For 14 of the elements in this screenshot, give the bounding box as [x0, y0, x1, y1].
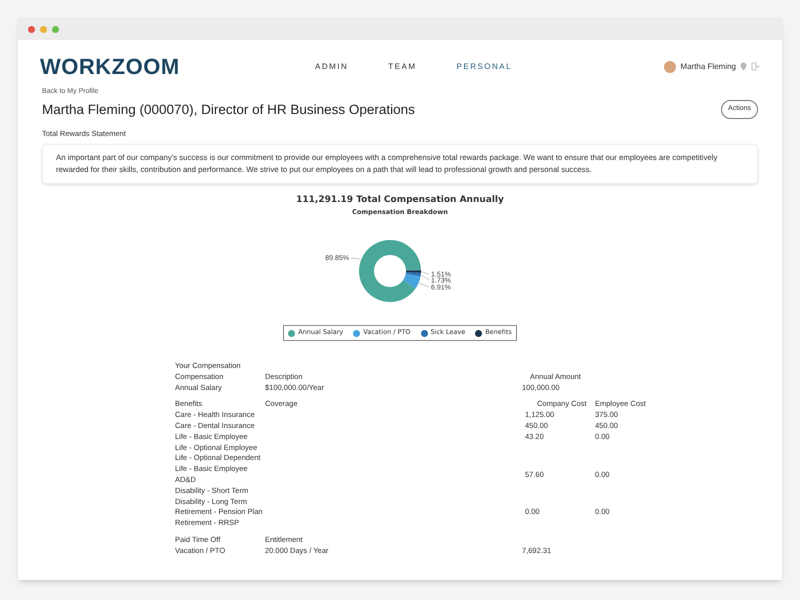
logout-icon[interactable] [751, 62, 760, 71]
nav-tab[interactable]: PERSONAL [456, 60, 512, 72]
location-pin-icon[interactable] [740, 62, 747, 71]
nav-tab[interactable]: TEAM [388, 60, 417, 72]
logo[interactable]: WORKZOOM [40, 50, 200, 83]
legend-swatch-icon [420, 330, 428, 337]
chart-title: 111,291.19 Total Compensation Annually [296, 194, 504, 207]
page-title: Martha Fleming (000070), Director of HR Business Operations [42, 100, 415, 119]
legend-swatch-icon [475, 330, 482, 337]
avatar-icon[interactable] [664, 60, 676, 72]
legend-swatch-icon [288, 330, 296, 337]
user-name[interactable]: Martha Fleming [680, 60, 736, 72]
nav-tab[interactable]: ADMIN [315, 60, 348, 72]
legend-swatch-icon [353, 330, 360, 337]
